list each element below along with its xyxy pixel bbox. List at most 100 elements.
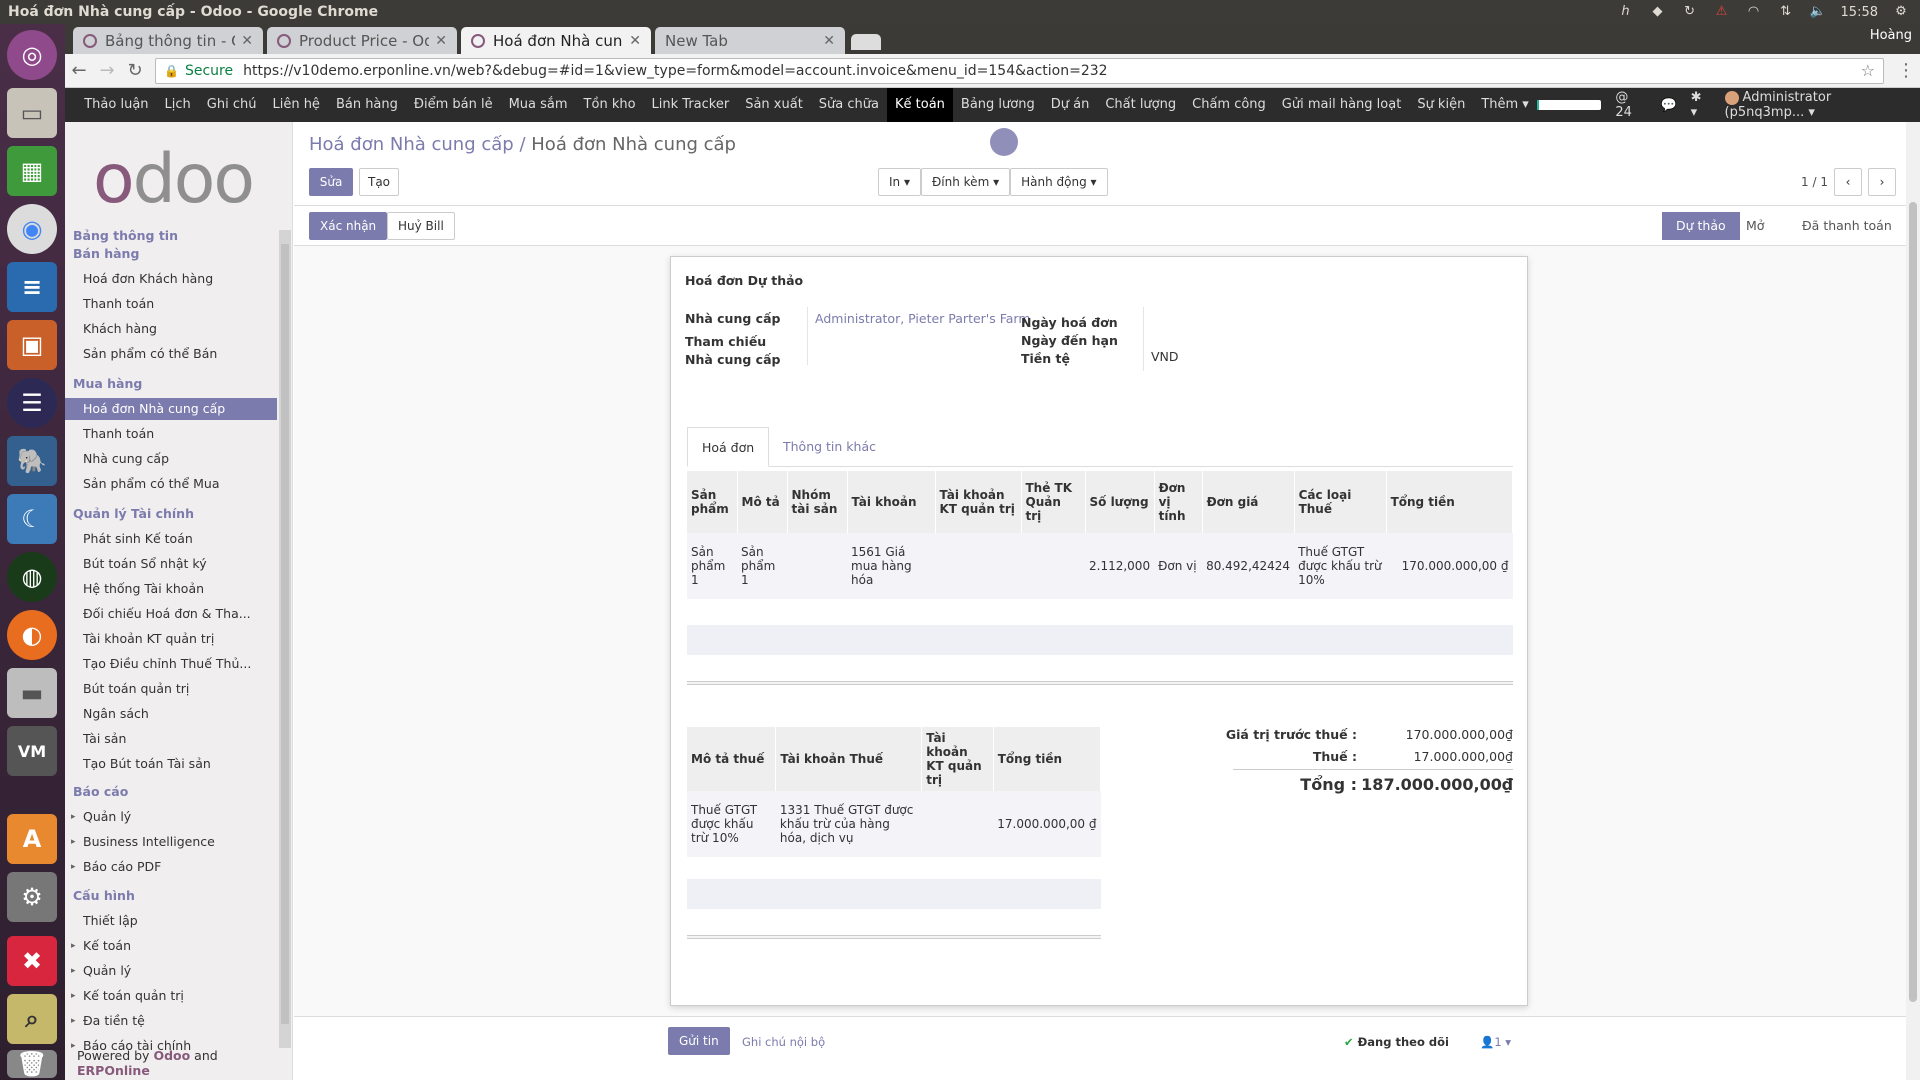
sidebar-item[interactable]: ▸ Kế toán xyxy=(65,935,277,957)
col-taxes[interactable]: Các loại Thuế xyxy=(1294,471,1387,533)
create-button[interactable]: Tạo xyxy=(359,168,399,196)
menu-item-discuss[interactable]: Thảo luận xyxy=(76,88,156,122)
edit-button[interactable]: Sửa xyxy=(309,168,353,196)
col-description[interactable]: Mô tả xyxy=(737,471,788,533)
close-tab-icon[interactable]: ✕ xyxy=(241,33,253,49)
sidebar-item[interactable]: Tạo Điều chỉnh Thuế Thủ... xyxy=(65,653,277,675)
stage-paid[interactable]: Đã thanh toán xyxy=(1788,212,1906,240)
col-unit-price[interactable]: Đơn giá xyxy=(1202,471,1295,533)
menu-item-calendar[interactable]: Lịch xyxy=(157,88,199,122)
chrome-icon[interactable]: ◉ xyxy=(7,204,57,254)
sidebar-item[interactable]: Sản phẩm có thể Mua xyxy=(65,473,277,495)
dropbox-icon[interactable]: ◆ xyxy=(1649,4,1667,20)
eclipse-icon[interactable]: ☰ xyxy=(7,378,57,428)
table-row[interactable]: Thuế GTGT được khấu trừ 10% 1331 Thuế GT… xyxy=(687,791,1101,857)
menu-item-link-tracker[interactable]: Link Tracker xyxy=(644,88,738,122)
drive-icon[interactable]: ▬ xyxy=(7,668,57,718)
settings-gear-icon[interactable]: ⚙ xyxy=(1892,4,1910,20)
volume-icon[interactable]: 🔈 xyxy=(1809,4,1827,20)
postgres-icon[interactable]: 🐘 xyxy=(7,436,57,486)
close-tab-icon[interactable]: ✕ xyxy=(823,33,835,49)
sidebar-item[interactable]: ▸ Quản lý xyxy=(65,806,277,828)
impress-icon[interactable]: ▣ xyxy=(7,320,57,370)
col-tax-analytic-account[interactable]: Tài khoản KT quản trị xyxy=(921,727,994,791)
system-settings-icon[interactable]: ⚙ xyxy=(7,872,57,922)
close-tab-icon[interactable]: ✕ xyxy=(629,33,641,49)
sidebar-item[interactable]: Bút toán Sổ nhật ký xyxy=(65,553,277,575)
menu-item-manufacturing[interactable]: Sản xuất xyxy=(737,88,811,122)
erponline-link[interactable]: ERPOnline xyxy=(77,1063,150,1078)
ubuntu-dash-icon[interactable]: ◎ xyxy=(7,30,57,80)
bookmark-star-icon[interactable]: ☆ xyxy=(1861,61,1875,80)
currency-field[interactable]: VND xyxy=(1151,349,1179,364)
new-tab-button[interactable] xyxy=(851,34,881,50)
spreadsheet-icon[interactable]: ▦ xyxy=(7,146,57,196)
log-note-button[interactable]: Ghi chú nội bộ xyxy=(742,1035,825,1049)
sidebar-item[interactable]: Nhà cung cấp xyxy=(65,448,277,470)
chat-icon[interactable]: 💬 xyxy=(1660,98,1676,113)
forward-icon[interactable]: → xyxy=(93,60,121,81)
warning-icon[interactable]: ⚠ xyxy=(1713,4,1731,20)
add-tax-row[interactable] xyxy=(687,879,1101,909)
sidebar-item[interactable]: Sản phẩm có thể Bán xyxy=(65,343,277,365)
pager-previous-button[interactable]: ‹ xyxy=(1834,168,1862,196)
main-scrollbar[interactable] xyxy=(1906,122,1920,1080)
menu-item-purchase[interactable]: Mua sắm xyxy=(501,88,576,122)
pager-next-button[interactable]: › xyxy=(1868,168,1896,196)
sidebar-item[interactable]: Phát sinh Kế toán xyxy=(65,528,277,550)
menu-item-project[interactable]: Dự án xyxy=(1043,88,1098,122)
sidebar-scrollbar[interactable] xyxy=(279,230,291,1048)
sidebar-item[interactable]: Tạo Bút toán Tài sản xyxy=(65,753,277,775)
vendor-ref-field[interactable] xyxy=(815,335,995,365)
vendor-field[interactable]: Administrator, Pieter Parter's Farm xyxy=(815,311,1031,326)
globe-icon[interactable]: ◍ xyxy=(7,552,57,602)
browser-tab-active[interactable]: Hoá đơn Nhà cun ✕ xyxy=(461,27,651,54)
odoo-logo[interactable]: odoo xyxy=(93,140,255,219)
sidebar-item[interactable]: Khách hàng xyxy=(65,318,277,340)
onboarding-progress-bar[interactable] xyxy=(1536,100,1602,110)
col-subtotal[interactable]: Tổng tiền xyxy=(1386,471,1514,533)
hp-icon[interactable]: ℎ xyxy=(1617,4,1635,20)
cancel-bill-button[interactable]: Huỷ Bill xyxy=(387,212,455,240)
sidebar-item[interactable]: Thanh toán xyxy=(65,423,277,445)
sidebar-item[interactable]: Thanh toán xyxy=(65,293,277,315)
menu-item-pos[interactable]: Điểm bán lẻ xyxy=(406,88,501,122)
sidebar-item[interactable]: Bút toán quản trị xyxy=(65,678,277,700)
user-menu[interactable]: Administrator (p5nq3mp... ▾ xyxy=(1724,90,1910,120)
menu-item-inventory[interactable]: Tồn kho xyxy=(576,88,644,122)
followers-dropdown[interactable]: 👤1 ▾ xyxy=(1480,1035,1511,1049)
col-product[interactable]: Sản phẩm xyxy=(687,471,738,533)
menu-item-payroll[interactable]: Bảng lương xyxy=(953,88,1043,122)
menu-item-attendance[interactable]: Chấm công xyxy=(1184,88,1274,122)
browser-icon[interactable]: ☾ xyxy=(7,494,57,544)
close-tab-icon[interactable]: ✕ xyxy=(435,33,447,49)
action-dropdown[interactable]: Hành động ▾ xyxy=(1010,168,1108,196)
browser-tab[interactable]: New Tab ✕ xyxy=(655,27,845,54)
sidebar-item[interactable]: ▸ Báo cáo PDF xyxy=(65,856,277,878)
sidebar-item[interactable]: Hệ thống Tài khoản xyxy=(65,578,277,600)
xmind-icon[interactable]: ✖ xyxy=(7,936,57,986)
back-icon[interactable]: ← xyxy=(65,60,93,81)
following-button[interactable]: ✔ Đang theo dõi xyxy=(1344,1035,1449,1049)
sidebar-item[interactable]: Hoá đơn Khách hàng xyxy=(65,268,277,290)
profile-name[interactable]: Hoàng xyxy=(1870,28,1912,43)
col-analytic-tags[interactable]: Thẻ TK Quản trị xyxy=(1021,471,1086,533)
sidebar-section-dashboard[interactable]: Bảng thông tin xyxy=(73,228,178,243)
wifi-icon[interactable]: ◠ xyxy=(1745,4,1763,20)
sidebar-item[interactable]: ▸ Business Intelligence xyxy=(65,831,277,853)
breadcrumb-parent[interactable]: Hoá đơn Nhà cung cấp xyxy=(309,134,514,155)
menu-item-contacts[interactable]: Liên hệ xyxy=(264,88,327,122)
pager-value[interactable]: 1 / 1 xyxy=(1801,175,1828,189)
vm-icon[interactable]: VM xyxy=(7,726,57,776)
sidebar-item[interactable]: ▸ Đa tiền tệ xyxy=(65,1010,277,1032)
print-dropdown[interactable]: In ▾ xyxy=(878,168,921,196)
sidebar-scroll-thumb[interactable] xyxy=(281,244,289,1024)
col-tax-amount[interactable]: Tổng tiền xyxy=(993,727,1102,791)
col-tax-account[interactable]: Tài khoản Thuế xyxy=(775,727,923,791)
sidebar-item[interactable]: Đối chiếu Hoá đơn & Tha... xyxy=(65,603,277,625)
col-uom[interactable]: Đơn vị tính xyxy=(1154,471,1203,533)
menu-item-events[interactable]: Sự kiện xyxy=(1409,88,1473,122)
col-analytic-account[interactable]: Tài khoản KT quản trị xyxy=(935,471,1022,533)
menu-item-repairs[interactable]: Sửa chữa xyxy=(811,88,887,122)
stage-open[interactable]: Mở xyxy=(1732,212,1778,240)
